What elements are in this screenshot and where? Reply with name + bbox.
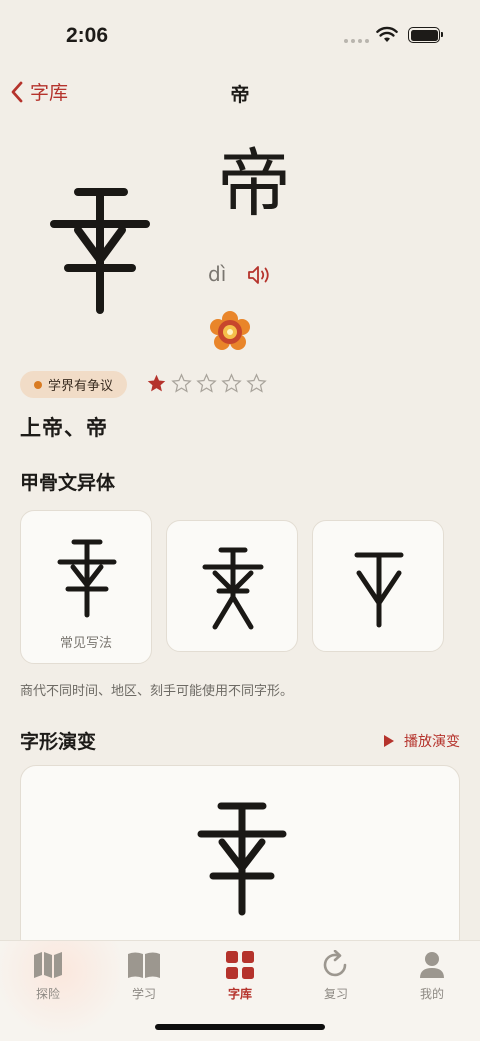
tab-review[interactable]: 复习 <box>288 949 384 1002</box>
meaning-text: 上帝、帝 <box>20 416 108 440</box>
tab-label: 字库 <box>227 987 252 1001</box>
variant-card[interactable] <box>312 520 444 652</box>
tab-label: 我的 <box>419 987 444 1001</box>
difficulty-rating <box>146 373 267 394</box>
person-icon <box>420 952 444 978</box>
page-title: 帝 <box>230 84 250 106</box>
tab-library[interactable]: 字库 <box>192 949 288 1002</box>
status-bar: 2:06 <box>0 0 480 70</box>
tab-explore[interactable]: 探险 <box>0 949 96 1002</box>
variant-glyph <box>354 552 404 628</box>
variant-card[interactable]: 常见写法 <box>20 510 152 664</box>
home-indicator <box>155 1024 325 1030</box>
star-empty-icon <box>246 373 267 393</box>
modern-character: 帝 <box>217 141 291 227</box>
tab-label: 学习 <box>131 987 156 1001</box>
evolution-card <box>20 765 460 955</box>
grid-icon <box>226 951 254 979</box>
play-icon <box>384 735 394 747</box>
variant-glyph <box>202 547 264 630</box>
variant-card[interactable] <box>166 520 298 652</box>
tab-profile[interactable]: 我的 <box>384 949 480 1002</box>
refresh-icon <box>323 950 347 977</box>
oracle-bone-glyph <box>50 188 150 314</box>
speaker-icon[interactable] <box>246 264 272 286</box>
play-evolution-button[interactable]: 播放演变 <box>384 731 460 751</box>
status-time: 2:06 <box>66 24 109 47</box>
variants-note: 商代不同时间、地区、刻手可能使用不同字形。 <box>20 684 294 699</box>
variant-glyph <box>57 539 117 618</box>
cellular-signal-icon <box>344 39 369 43</box>
play-evolution-label: 播放演变 <box>404 734 460 750</box>
flower-icon <box>210 311 250 350</box>
evolution-section-title: 字形演变 <box>20 731 97 753</box>
evolution-glyph <box>197 802 287 916</box>
star-empty-icon <box>221 373 242 393</box>
tab-learn[interactable]: 学习 <box>96 949 192 1002</box>
book-icon <box>128 952 160 978</box>
pinyin: dì <box>208 262 227 286</box>
tab-label: 复习 <box>323 987 348 1001</box>
star-filled-icon <box>147 374 166 392</box>
dispute-badge: 学界有争议 <box>20 371 128 398</box>
variants-list: 常见写法 <box>20 510 460 666</box>
status-dot <box>34 380 42 389</box>
dispute-label: 学界有争议 <box>48 379 114 394</box>
wifi-icon <box>376 26 398 42</box>
battery-icon <box>408 27 443 43</box>
map-icon <box>34 952 62 978</box>
variants-section-title: 甲骨文异体 <box>20 472 116 494</box>
star-empty-icon <box>196 373 217 393</box>
star-empty-icon <box>171 373 192 393</box>
variant-caption: 常见写法 <box>59 636 112 651</box>
tab-label: 探险 <box>35 987 60 1001</box>
